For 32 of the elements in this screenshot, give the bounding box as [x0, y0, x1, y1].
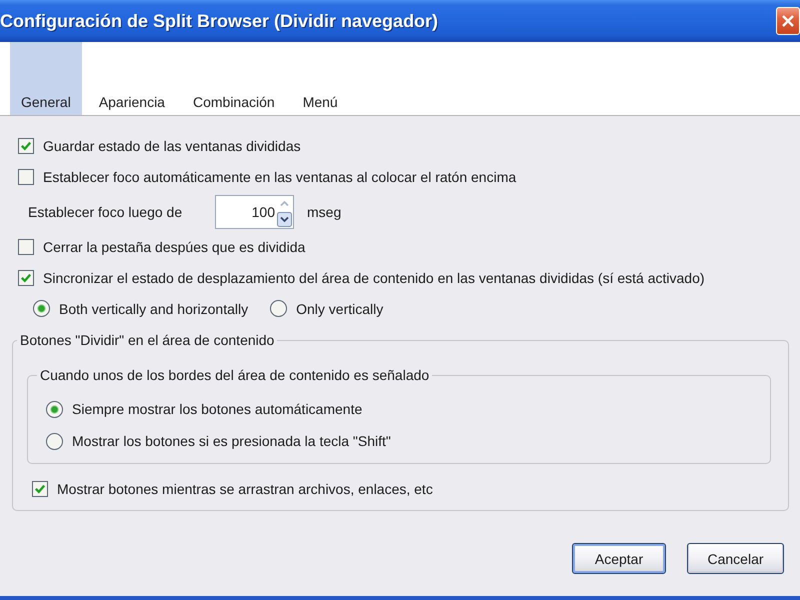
checkbox[interactable]: [18, 270, 34, 286]
checkbox[interactable]: [18, 238, 34, 254]
checkbox-label: Establecer foco automáticamente en las ventanas al colocar el ratón encima: [43, 168, 516, 184]
tab[interactable]: General: [10, 42, 82, 115]
checkbox-label: Mostrar botones mientras se arrastran archivos, enlaces, etc: [57, 480, 433, 496]
tab[interactable]: Combinación: [182, 42, 286, 115]
checkbox[interactable]: [18, 168, 34, 184]
radio-label: Siempre mostrar los botones automáticamente: [72, 401, 362, 417]
close-button[interactable]: [776, 7, 800, 35]
group-title: Botones "Dividir" en el área de contenido: [19, 332, 276, 348]
tab[interactable]: Menú: [292, 42, 349, 115]
radio-label: Only vertically: [296, 300, 384, 316]
radio-label: Mostrar los botones si es presionada la tecla "Shift": [72, 433, 391, 449]
unit-label: mseg: [307, 204, 342, 220]
radio-button[interactable]: [33, 300, 50, 317]
tab[interactable]: Apariencia: [88, 42, 176, 115]
radio-button[interactable]: [46, 432, 63, 450]
number-field[interactable]: 100: [215, 194, 294, 228]
radio-label: Both vertically and horizontally: [59, 300, 248, 316]
close-icon: [781, 14, 795, 28]
checkbox-label: Guardar estado de las ventanas divididas: [43, 138, 301, 154]
checkbox-label: Sincronizar el estado de desplazamiento del área de contenido en las ventanas divididas (sí está activado): [43, 270, 705, 286]
ok-button[interactable]: Aceptar: [572, 543, 666, 574]
radio-button[interactable]: [270, 300, 288, 317]
window-title: Configuración de Split Browser (Dividir navegador): [0, 10, 438, 32]
checkbox[interactable]: [18, 138, 34, 154]
checkbox[interactable]: [32, 480, 48, 496]
cancel-button[interactable]: Cancelar: [687, 543, 784, 574]
radio-button[interactable]: [46, 400, 63, 418]
checkbox-label: Cerrar la pestaña despúes que es dividida: [43, 238, 306, 254]
group-title: Cuando unos de los bordes del área de contenido es señalado: [39, 367, 430, 383]
field-label: Establecer foco luego de: [28, 204, 184, 220]
